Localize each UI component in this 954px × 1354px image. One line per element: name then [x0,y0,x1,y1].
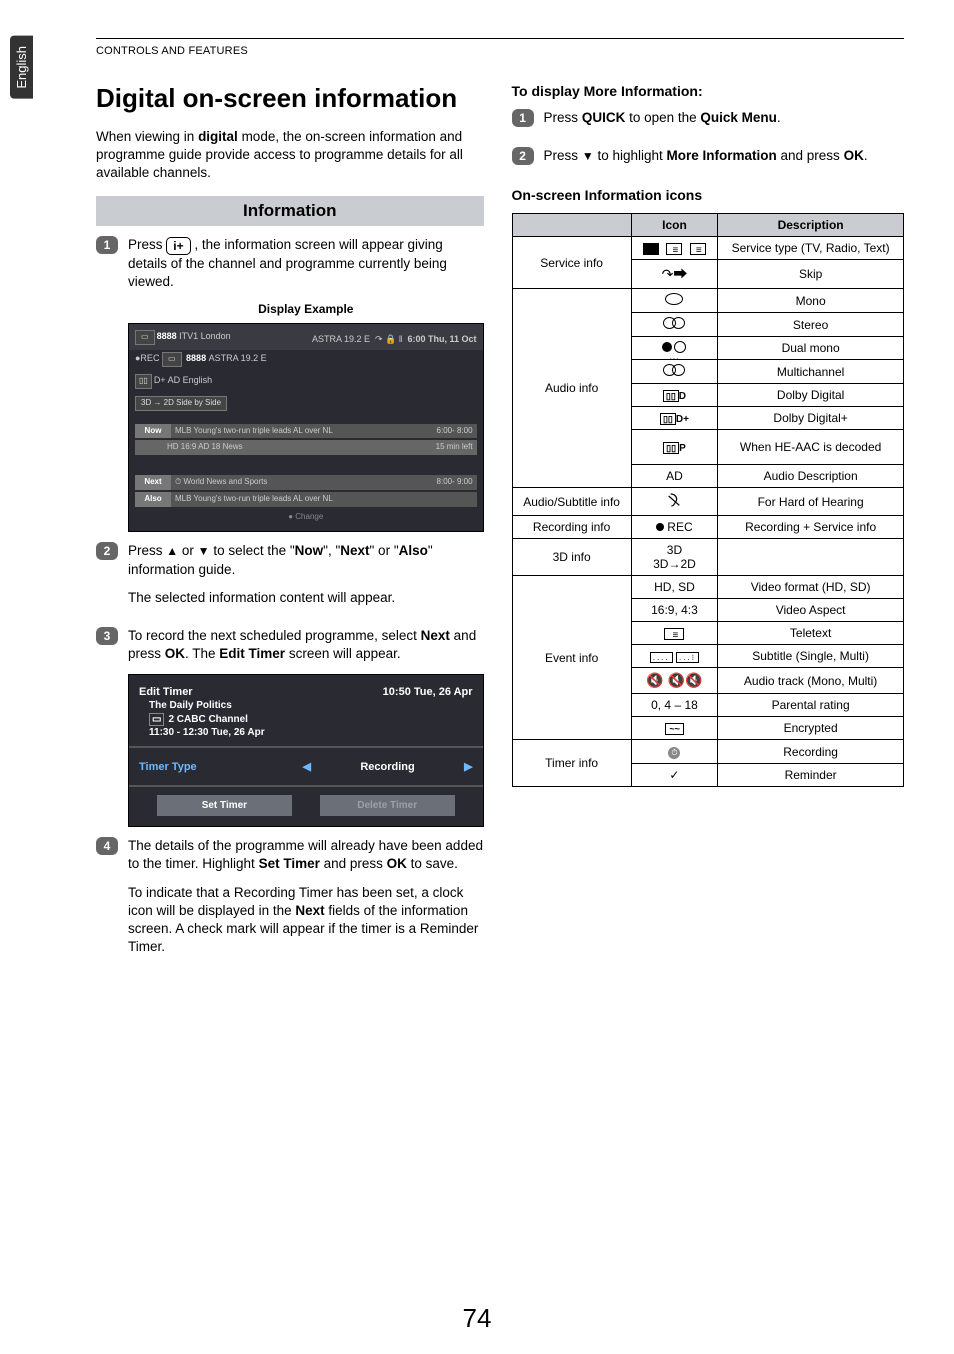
down-arrow-icon: ▼ [582,148,594,164]
section-header: CONTROLS AND FEATURES [96,45,904,57]
step-4-text-2: To indicate that a Recording Timer has b… [128,884,484,957]
subsection-information: Information [96,196,484,226]
stereo-icon [631,313,718,337]
intro-text: When viewing in digital mode, the on-scr… [96,128,484,183]
icons-section-title: On-screen Information icons [512,187,904,203]
recording-timer-icon: ⏱ [631,740,718,764]
more-info-title: To display More Information: [512,83,904,99]
dolby-digital-plus-icon: ▯▯D+ [631,407,718,430]
icons-table: IconDescription Service info Service typ… [512,213,904,787]
step-4-badge: 4 [96,837,118,855]
right-step-2-text: Press ▼ to highlight More Information an… [544,147,904,165]
mono-icon [631,289,718,313]
step-2-text-2: The selected information content will ap… [128,589,484,607]
down-arrow-icon: ▼ [198,543,210,559]
parental-rating-icon: 0, 4 – 18 [631,694,718,717]
page-number: 74 [0,1303,954,1334]
encrypted-icon: ~~ [631,717,718,740]
step-2-badge: 2 [96,542,118,560]
3d-info-icon: 3D3D→2D [631,539,718,576]
recording-info-icon: REC [631,516,718,539]
teletext-icon [631,622,718,645]
language-tab: English [10,36,33,99]
hard-of-hearing-icon [631,488,718,516]
video-aspect-icon: 16:9, 4:3 [631,599,718,622]
display-example-caption: Display Example [128,301,484,317]
step-3-text: To record the next scheduled programme, … [128,627,484,663]
step-2-text: Press ▲ or ▼ to select the "Now", "Next"… [128,542,484,578]
step-3-badge: 3 [96,627,118,645]
set-timer-button: Set Timer [157,795,292,817]
up-arrow-icon: ▲ [166,543,178,559]
delete-timer-button: Delete Timer [320,795,455,817]
reminder-timer-icon: ✓ [631,764,718,787]
display-example-screenshot: ▭8888 ITV1 London ASTRA 19.2 E ↷ 🔒 ‖ 6:0… [128,323,484,532]
dolby-digital-icon: ▯▯D [631,384,718,407]
right-step-2-badge: 2 [512,147,534,165]
subtitle-icon: .... ...⁝ [631,645,718,668]
multichannel-icon [631,360,718,384]
video-format-icon: HD, SD [631,576,718,599]
right-step-1-text: Press QUICK to open the Quick Menu. [544,109,904,127]
step-1-text: Press i+ , the information screen will a… [128,236,484,291]
audio-track-icon: 🔇 🔇🔇 [631,668,718,694]
page-title: Digital on-screen information [96,83,484,114]
right-step-1-badge: 1 [512,109,534,127]
he-aac-icon: ▯▯P [631,430,718,465]
step-4-text: The details of the programme will alread… [128,837,484,873]
service-type-icon [631,237,718,260]
header-rule [96,38,904,39]
audio-description-icon: AD [631,465,718,488]
skip-icon: ↷⮕ [631,260,718,289]
info-plus-button-icon: i+ [166,237,190,255]
edit-timer-screenshot: Edit Timer10:50 Tue, 26 Apr The Daily Po… [128,674,484,828]
step-1-badge: 1 [96,236,118,254]
